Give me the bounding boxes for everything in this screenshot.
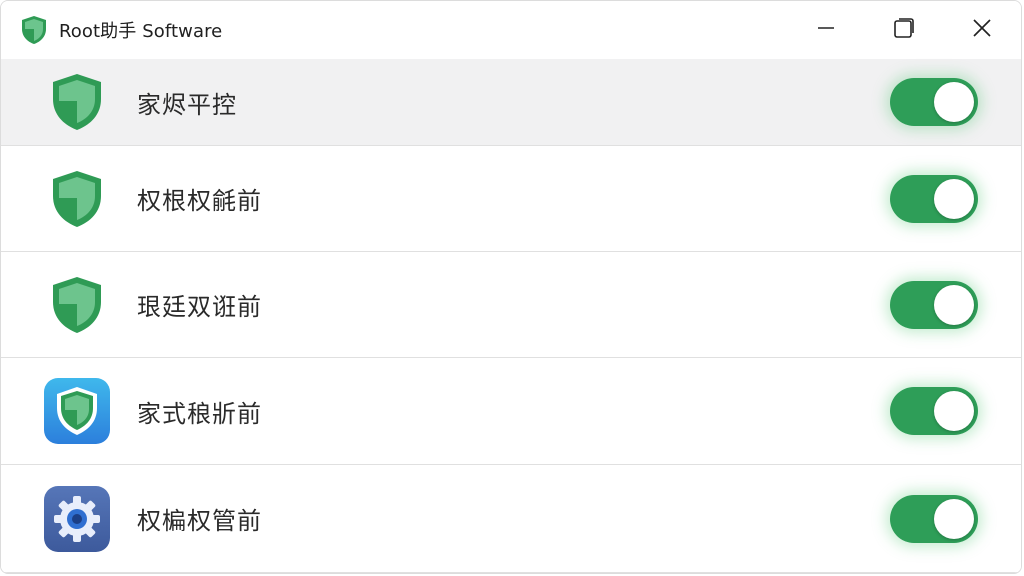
- toggle-switch[interactable]: [890, 387, 978, 435]
- restore-button[interactable]: [865, 1, 943, 59]
- title-bar: Root助手 Software: [1, 1, 1021, 59]
- list-item[interactable]: 珢廷双诳前: [1, 252, 1021, 358]
- blue-shield-app-icon: [43, 378, 111, 444]
- row-label: 权根权毹前: [137, 187, 262, 215]
- green-shield-icon: [43, 73, 111, 131]
- toggle-switch[interactable]: [890, 280, 978, 329]
- row-label: 家式稂斨前: [137, 399, 262, 428]
- close-button[interactable]: [943, 1, 1021, 59]
- row-label: 权楄权管前: [137, 507, 262, 535]
- close-icon: [972, 18, 992, 42]
- list-item[interactable]: 权楄权管前: [1, 465, 1021, 573]
- app-window: Root助手 Software 家烬平控 权根权毹前 珢廷双诳前 家式稂斨前 权…: [0, 0, 1022, 574]
- row-label: 珢廷双诳前: [137, 293, 262, 321]
- toggle-switch[interactable]: [890, 174, 978, 223]
- permission-list: 家烬平控 权根权毹前 珢廷双诳前 家式稂斨前 权楄权管前: [1, 59, 1021, 573]
- green-shield-icon: [43, 276, 111, 334]
- minimize-button[interactable]: [787, 1, 865, 59]
- app-shield-icon: [20, 15, 48, 45]
- window-title: Root助手 Software: [59, 21, 223, 42]
- minimize-icon: [816, 18, 836, 42]
- settings-gear-app-icon: [43, 485, 111, 552]
- toggle-knob: [934, 498, 974, 539]
- toggle-knob: [934, 82, 974, 122]
- toggle-switch[interactable]: [890, 78, 978, 126]
- list-item[interactable]: 家式稂斨前: [1, 358, 1021, 465]
- green-shield-icon: [43, 170, 111, 228]
- restore-icon: [893, 17, 915, 43]
- list-item[interactable]: 家烬平控: [1, 59, 1021, 146]
- toggle-knob: [934, 391, 974, 431]
- window-controls: [787, 1, 1021, 59]
- toggle-knob: [934, 178, 974, 219]
- toggle-switch[interactable]: [890, 494, 978, 543]
- toggle-knob: [934, 284, 974, 325]
- row-label: 家烬平控: [137, 90, 237, 119]
- list-item[interactable]: 权根权毹前: [1, 146, 1021, 252]
